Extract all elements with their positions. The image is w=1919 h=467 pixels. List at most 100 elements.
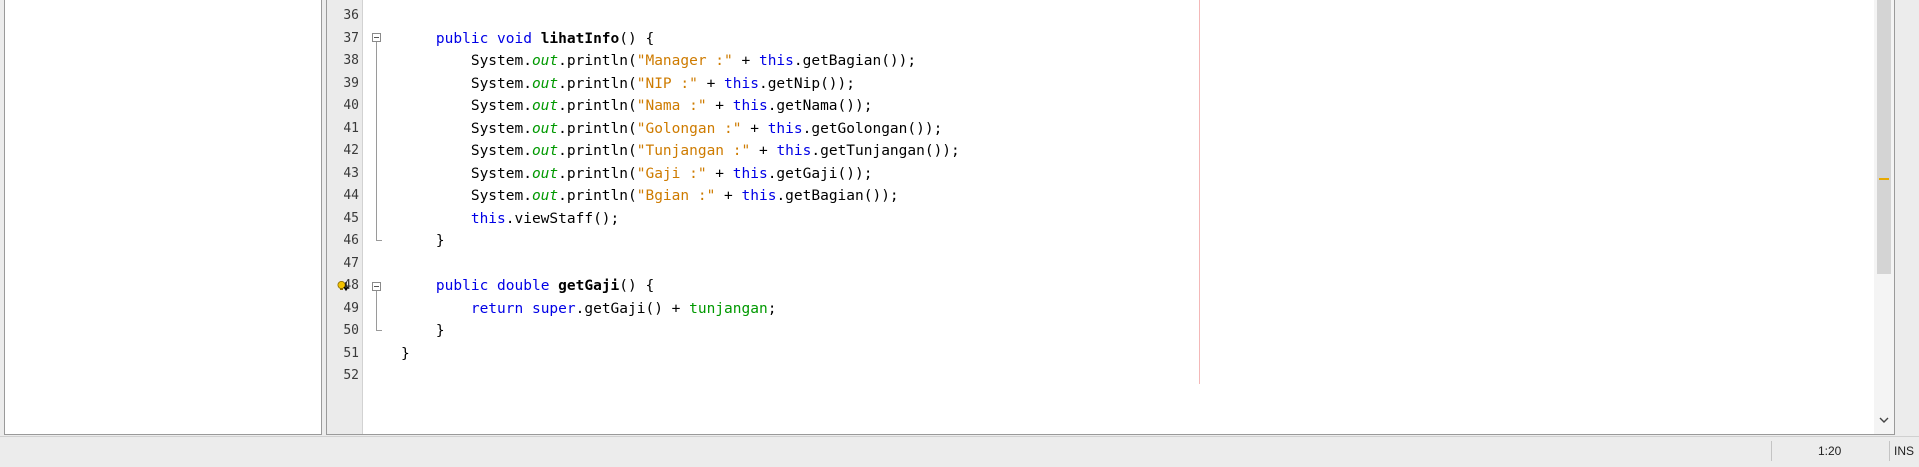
chevron-down-icon[interactable] bbox=[1878, 414, 1890, 426]
fold-collapse-icon[interactable] bbox=[372, 33, 381, 42]
line-number: 44 bbox=[343, 188, 359, 203]
fold-collapse-icon[interactable] bbox=[372, 282, 381, 291]
code-token: .getBagian()); bbox=[776, 188, 899, 204]
code-token: .getGaji() + bbox=[575, 300, 690, 317]
line-number: 37 bbox=[343, 30, 359, 46]
code-token: + bbox=[750, 143, 777, 159]
code-token: } bbox=[401, 345, 410, 362]
code-token: this bbox=[776, 143, 812, 159]
code-token: out bbox=[531, 53, 559, 69]
code-line[interactable]: return super.getGaji() + tunjangan; bbox=[401, 298, 777, 320]
code-token: this bbox=[741, 188, 777, 204]
code-token: "Golongan :" bbox=[636, 120, 742, 137]
code-token: super bbox=[531, 300, 576, 317]
code-token: .viewStaff(); bbox=[505, 210, 620, 227]
code-token: ; bbox=[767, 300, 777, 317]
code-token: this bbox=[767, 120, 803, 137]
code-token: System. bbox=[401, 120, 532, 137]
code-token: System. bbox=[401, 165, 532, 182]
code-token: .println( bbox=[558, 98, 637, 114]
code-token: void bbox=[497, 30, 532, 47]
code-token: .println( bbox=[558, 120, 637, 137]
code-line[interactable]: System.out.println("Golongan :" + this.g… bbox=[401, 118, 942, 140]
status-bar: 1:20 INS bbox=[0, 436, 1919, 467]
code-token: () { bbox=[619, 278, 655, 294]
code-line[interactable]: public void lihatInfo() { bbox=[401, 28, 654, 50]
code-token: System. bbox=[401, 143, 532, 159]
status-separator bbox=[1889, 441, 1890, 461]
code-token: System. bbox=[401, 75, 532, 92]
code-line[interactable]: public double getGaji() { bbox=[401, 275, 654, 297]
code-token: "Gaji :" bbox=[636, 165, 707, 182]
left-panel bbox=[4, 0, 322, 435]
code-line[interactable]: this.viewStaff(); bbox=[401, 208, 619, 230]
code-token: out bbox=[531, 120, 559, 137]
code-token: this bbox=[758, 53, 794, 69]
status-separator bbox=[1771, 441, 1772, 461]
code-line[interactable]: System.out.println("Bgian :" + this.getB… bbox=[401, 185, 899, 207]
code-line[interactable]: System.out.println("Gaji :" + this.getGa… bbox=[401, 163, 873, 185]
code-line[interactable]: System.out.println("NIP :" + this.getNip… bbox=[401, 73, 855, 95]
code-token: "Manager :" bbox=[636, 53, 733, 69]
code-token: "Tunjangan :" bbox=[636, 143, 751, 159]
code-token: } bbox=[401, 323, 445, 339]
code-token: public bbox=[435, 30, 489, 47]
code-token: "Nama :" bbox=[636, 98, 707, 114]
code-line[interactable]: } bbox=[401, 320, 445, 342]
code-token: + bbox=[706, 98, 733, 114]
right-margin-line bbox=[1199, 0, 1200, 384]
code-line[interactable]: System.out.println("Tunjangan :" + this.… bbox=[401, 140, 960, 162]
code-token: getGaji bbox=[558, 278, 620, 294]
code-token: "NIP :" bbox=[636, 75, 698, 92]
code-token: .println( bbox=[558, 53, 637, 69]
line-number: 43 bbox=[343, 165, 359, 181]
line-number: 52 bbox=[343, 368, 359, 383]
code-token: public bbox=[435, 278, 489, 294]
code-token: return bbox=[470, 300, 524, 317]
code-token: + bbox=[715, 188, 742, 204]
code-token: out bbox=[531, 75, 559, 92]
code-token: () { bbox=[619, 30, 655, 47]
code-line[interactable]: System.out.println("Manager :" + this.ge… bbox=[401, 50, 916, 72]
line-number: 40 bbox=[343, 98, 359, 113]
code-editor[interactable]: 36 37 38 39 40 41 42 43 44 45 46 47 48 49 50 51 52 publi… bbox=[326, 0, 1895, 435]
code-line[interactable]: } bbox=[401, 343, 410, 365]
code-token: System. bbox=[401, 53, 532, 69]
code-token: .println( bbox=[558, 143, 637, 159]
line-number: 36 bbox=[343, 8, 359, 23]
line-number: 38 bbox=[343, 53, 359, 68]
code-token: } bbox=[401, 233, 445, 249]
override-hint-icon[interactable] bbox=[337, 280, 349, 292]
warning-marker[interactable] bbox=[1879, 178, 1889, 180]
fold-guide bbox=[376, 42, 377, 240]
code-line[interactable]: } bbox=[401, 230, 445, 252]
code-token: System. bbox=[401, 98, 532, 114]
code-token: + bbox=[741, 120, 768, 137]
line-number-gutter: 36 37 38 39 40 41 42 43 44 45 46 47 48 49 50 51 52 bbox=[327, 0, 363, 434]
code-token: + bbox=[706, 165, 733, 182]
line-number: 41 bbox=[343, 120, 359, 136]
code-token: this bbox=[724, 75, 759, 92]
vertical-scrollbar[interactable] bbox=[1874, 0, 1894, 434]
code-token: .println( bbox=[558, 188, 637, 204]
scroll-thumb[interactable] bbox=[1877, 0, 1891, 274]
line-number: 51 bbox=[343, 345, 359, 361]
fold-end bbox=[376, 240, 382, 241]
code-token: .println( bbox=[558, 75, 637, 92]
insert-mode[interactable]: INS bbox=[1894, 444, 1914, 458]
code-line[interactable]: System.out.println("Nama :" + this.getNa… bbox=[401, 95, 873, 117]
line-number: 50 bbox=[343, 323, 359, 338]
code-token: + bbox=[732, 53, 759, 69]
code-token: this bbox=[470, 210, 506, 227]
fold-guide bbox=[376, 291, 377, 330]
code-token: .getTunjangan()); bbox=[811, 143, 960, 159]
code-token: lihatInfo bbox=[540, 30, 620, 47]
code-token: out bbox=[531, 98, 559, 114]
